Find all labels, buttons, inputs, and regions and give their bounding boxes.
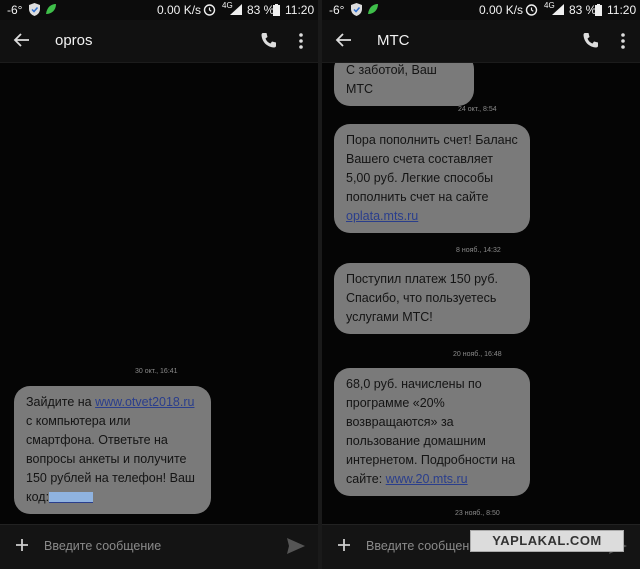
right-screen: -6° 0.00 K/s 4G 83 % 11:20 МТС С заботой… — [322, 0, 640, 569]
left-screen: -6° 0.00 K/s 4G 83 % 11:20 opros 30 окт.… — [0, 0, 318, 569]
message-text: С заботой, Ваш МТС — [346, 63, 437, 96]
message-text: Зайдите на — [26, 395, 96, 409]
app-bar: МТС — [322, 20, 640, 63]
conversation-title: МТС — [377, 32, 410, 49]
plus-icon[interactable] — [337, 538, 351, 552]
status-bar: -6° 0.00 K/s 4G 83 % 11:20 — [0, 0, 318, 20]
message-bubble[interactable]: Зайдите на www.otvet2018.ru с компьютера… — [14, 386, 211, 514]
compose-input[interactable]: Введите сообщение — [44, 539, 161, 553]
clock-text: 11:20 — [285, 3, 315, 17]
network-speed-text: 0.00 K/s — [479, 3, 524, 17]
leaf-icon — [46, 4, 56, 14]
message-text: 68,0 руб. начислены по программе «20% во… — [346, 377, 516, 486]
send-icon[interactable] — [286, 537, 306, 555]
message-bubble[interactable]: 68,0 руб. начислены по программе «20% во… — [334, 368, 530, 496]
watermark-logo: YAPLAKAL.COM — [470, 530, 624, 552]
phone-icon[interactable] — [260, 31, 278, 49]
alarm-icon — [525, 4, 538, 16]
battery-icon — [595, 4, 602, 16]
signal-icon — [230, 4, 242, 15]
status-bar: -6° 0.00 K/s 4G 83 % 11:20 — [322, 0, 640, 20]
message-text: Пора пополнить счет! Баланс Вашего счета… — [346, 133, 518, 204]
conversation-title: opros — [55, 32, 93, 49]
message-bubble[interactable]: Пора пополнить счет! Баланс Вашего счета… — [334, 124, 530, 233]
message-timestamp: 23 нояб., 8:50 — [455, 510, 500, 517]
alarm-icon — [203, 4, 216, 16]
message-link[interactable]: www.otvet2018.ru — [95, 395, 194, 409]
network-speed-text: 0.00 K/s — [157, 3, 202, 17]
signal-icon — [552, 4, 564, 15]
more-vert-icon[interactable] — [296, 31, 306, 51]
clock-text: 11:20 — [607, 3, 637, 17]
temperature-text: -6° — [329, 3, 345, 17]
message-list[interactable]: С заботой, Ваш МТС 24 окт., 8:54 Пора по… — [322, 63, 640, 525]
shield-icon — [351, 3, 362, 16]
redacted-code — [49, 492, 94, 504]
app-bar: opros — [0, 20, 318, 63]
back-arrow-icon[interactable] — [335, 31, 353, 49]
message-link[interactable]: www.20.mts.ru — [386, 472, 468, 486]
message-text: с компьютера или смартфона. Ответьте на … — [26, 414, 195, 504]
battery-percent-text: 83 % — [247, 3, 275, 17]
battery-icon — [273, 4, 280, 16]
message-timestamp: 20 нояб., 16:48 — [453, 351, 502, 358]
message-timestamp: 8 нояб., 14:32 — [456, 247, 501, 254]
phone-icon[interactable] — [582, 31, 600, 49]
message-timestamp: 24 окт., 8:54 — [458, 106, 497, 113]
battery-percent-text: 83 % — [569, 3, 597, 17]
message-link[interactable]: oplata.mts.ru — [346, 209, 418, 223]
compose-input[interactable]: Введите сообщение — [366, 539, 483, 553]
plus-icon[interactable] — [15, 538, 29, 552]
compose-bar: Введите сообщение — [0, 524, 318, 569]
message-bubble[interactable]: С заботой, Ваш МТС — [334, 63, 474, 106]
message-text: Поступил платеж 150 руб. Спасибо, что по… — [346, 272, 498, 324]
shield-icon — [29, 3, 40, 16]
more-vert-icon[interactable] — [618, 31, 628, 51]
leaf-icon — [368, 4, 378, 14]
back-arrow-icon[interactable] — [13, 31, 31, 49]
temperature-text: -6° — [7, 3, 23, 17]
message-bubble[interactable]: Поступил платеж 150 руб. Спасибо, что по… — [334, 263, 530, 334]
message-list[interactable]: 30 окт., 16:41 Зайдите на www.otvet2018.… — [0, 63, 318, 525]
message-timestamp: 30 окт., 16:41 — [135, 368, 178, 375]
